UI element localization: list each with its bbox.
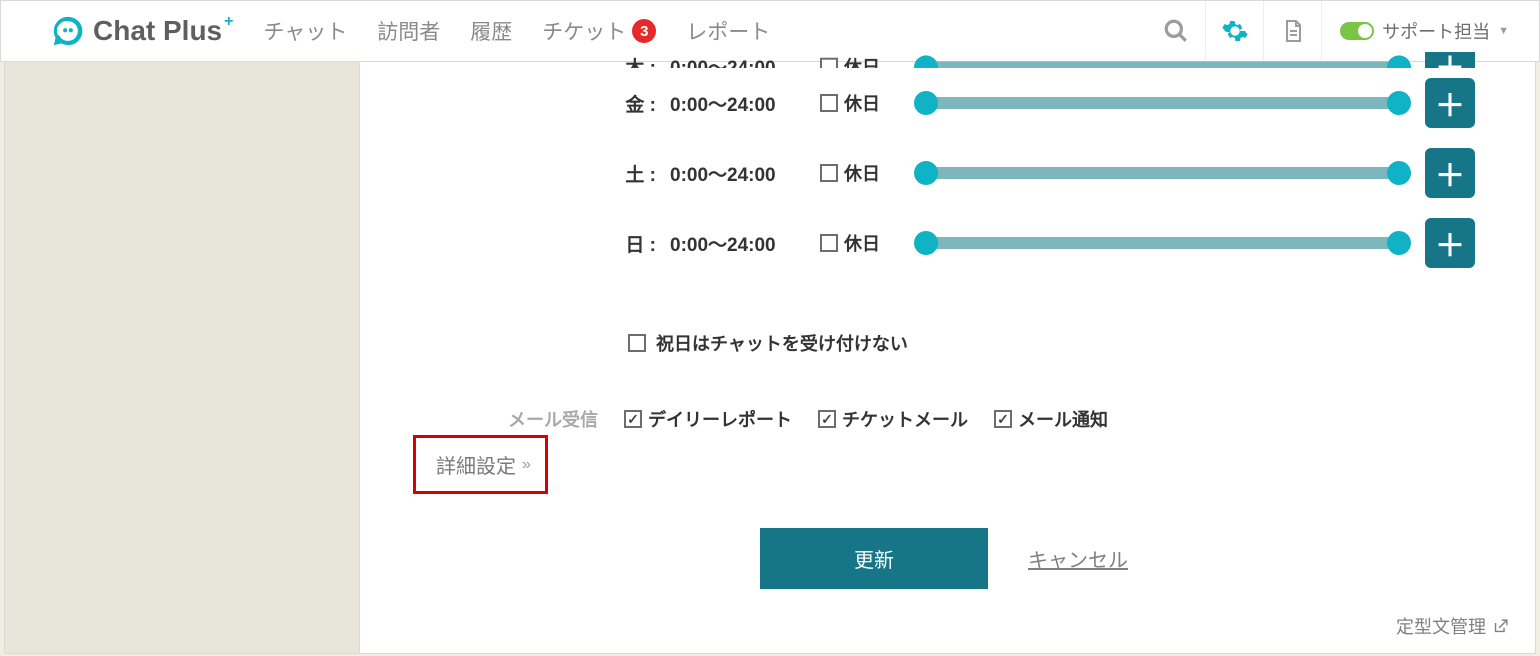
mail-notify-label: メール通知 <box>1018 406 1108 432</box>
checkbox-icon[interactable] <box>624 410 642 428</box>
checkbox-icon[interactable] <box>820 94 838 112</box>
day-label: 土 : <box>420 160 670 187</box>
workspace: 木 : 0:00～24:00 休日 ＋ 金 : 0:00～24:00 休日 <box>4 62 1536 654</box>
slider-handle-left[interactable] <box>914 231 938 255</box>
nav-chat[interactable]: チャット <box>263 16 347 46</box>
holiday-option[interactable]: 休日 <box>820 230 916 256</box>
details-settings-button[interactable]: 詳細設定 » <box>413 435 548 494</box>
holiday-option[interactable]: 休日 <box>820 160 916 186</box>
holiday-label: 休日 <box>844 160 880 186</box>
mail-section-label: メール受信 <box>420 406 598 432</box>
schedule-rows: 木 : 0:00～24:00 休日 ＋ 金 : 0:00～24:00 休日 <box>360 52 1535 278</box>
fixed-phrases-link[interactable]: 定型文管理 <box>1396 613 1509 639</box>
mail-daily-label: デイリーレポート <box>648 406 792 432</box>
day-label: 金 : <box>420 90 670 117</box>
time-slider[interactable] <box>916 61 1409 68</box>
mail-receive-row: メール受信 デイリーレポート チケットメール メール通知 <box>360 406 1535 432</box>
slider-handle-left[interactable] <box>914 55 938 68</box>
schedule-row-sat: 土 : 0:00～24:00 休日 ＋ <box>420 138 1475 208</box>
checkbox-icon[interactable] <box>820 234 838 252</box>
sidebar <box>4 62 360 654</box>
mail-notify[interactable]: メール通知 <box>994 406 1108 432</box>
nav-ticket-label: チケット <box>542 16 626 46</box>
slider-handle-right[interactable] <box>1387 161 1411 185</box>
time-range: 0:00～24:00 <box>670 160 820 187</box>
time-slider[interactable] <box>916 167 1409 179</box>
nav-visitors[interactable]: 訪問者 <box>377 16 440 46</box>
search-icon <box>1163 18 1189 44</box>
time-range: 0:00～24:00 <box>670 53 820 68</box>
top-nav: チャット 訪問者 履歴 チケット 3 レポート <box>263 16 770 46</box>
chevron-down-icon: ▼ <box>1498 25 1509 37</box>
checkbox-icon[interactable] <box>820 164 838 182</box>
chat-logo-icon <box>51 14 85 48</box>
online-toggle-icon <box>1340 22 1374 40</box>
details-label: 詳細設定 <box>436 450 516 479</box>
logo-text: Chat Plus+ <box>93 15 233 47</box>
day-label: 木 : <box>420 53 670 68</box>
time-range: 0:00～24:00 <box>670 230 820 257</box>
holiday-label: 休日 <box>844 54 880 68</box>
corner-link-label: 定型文管理 <box>1396 613 1486 639</box>
checkbox-icon[interactable] <box>818 410 836 428</box>
mail-ticket-label: チケットメール <box>842 406 968 432</box>
ticket-badge: 3 <box>632 19 656 43</box>
slider-handle-right[interactable] <box>1387 91 1411 115</box>
schedule-row-fri: 金 : 0:00～24:00 休日 ＋ <box>420 68 1475 138</box>
checkbox-icon[interactable] <box>628 334 646 352</box>
add-range-button[interactable]: ＋ <box>1425 218 1475 268</box>
document-icon <box>1281 17 1305 45</box>
nav-report[interactable]: レポート <box>686 16 770 46</box>
mail-daily-report[interactable]: デイリーレポート <box>624 406 792 432</box>
mail-ticket[interactable]: チケットメール <box>818 406 968 432</box>
external-link-icon <box>1492 618 1509 635</box>
checkbox-icon[interactable] <box>820 58 838 68</box>
update-button[interactable]: 更新 <box>760 528 988 589</box>
slider-handle-right[interactable] <box>1387 231 1411 255</box>
settings-panel: 木 : 0:00～24:00 休日 ＋ 金 : 0:00～24:00 休日 <box>360 62 1536 654</box>
slider-handle-left[interactable] <box>914 91 938 115</box>
holiday-option[interactable]: 休日 <box>820 90 916 116</box>
day-label: 日 : <box>420 230 670 257</box>
add-range-button[interactable]: ＋ <box>1425 78 1475 128</box>
slider-handle-right[interactable] <box>1387 55 1411 68</box>
form-actions: 更新 キャンセル <box>760 528 1128 589</box>
holiday-option[interactable]: 休日 <box>820 54 916 68</box>
logo[interactable]: Chat Plus+ <box>51 14 233 48</box>
checkbox-icon[interactable] <box>994 410 1012 428</box>
cancel-link[interactable]: キャンセル <box>1028 544 1128 573</box>
add-range-button[interactable]: ＋ <box>1425 148 1475 198</box>
slider-handle-left[interactable] <box>914 161 938 185</box>
add-range-button[interactable]: ＋ <box>1425 52 1475 68</box>
time-slider[interactable] <box>916 237 1409 249</box>
nav-history[interactable]: 履歴 <box>470 16 512 46</box>
time-slider[interactable] <box>916 97 1409 109</box>
schedule-row-thu: 木 : 0:00～24:00 休日 ＋ <box>420 52 1475 68</box>
schedule-row-sun: 日 : 0:00～24:00 休日 ＋ <box>420 208 1475 278</box>
public-holiday-label: 祝日はチャットを受け付けない <box>656 330 908 356</box>
double-chevron-right-icon: » <box>522 456 525 474</box>
public-holiday-option[interactable]: 祝日はチャットを受け付けない <box>628 330 908 356</box>
nav-ticket[interactable]: チケット 3 <box>542 16 656 46</box>
holiday-label: 休日 <box>844 90 880 116</box>
gear-icon <box>1221 17 1249 45</box>
holiday-label: 休日 <box>844 230 880 256</box>
time-range: 0:00～24:00 <box>670 90 820 117</box>
support-label: サポート担当 <box>1382 18 1490 44</box>
